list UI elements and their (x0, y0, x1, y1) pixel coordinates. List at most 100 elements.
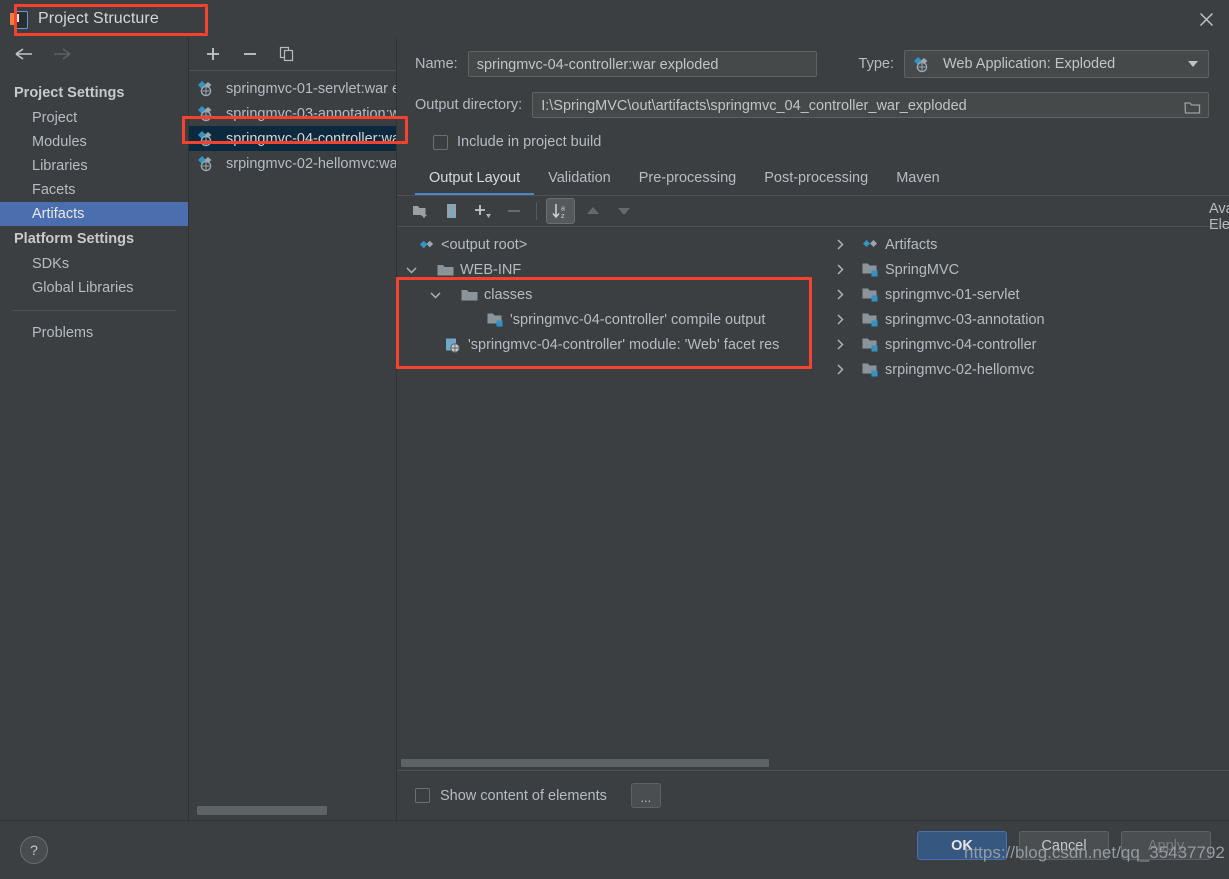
sidebar-item-libraries[interactable]: Libraries (0, 154, 188, 178)
name-input[interactable]: springmvc-04-controller:war exploded (467, 51, 817, 77)
type-select[interactable]: Web Application: Exploded (904, 50, 1209, 78)
dialog-body: Project Settings Project Modules Librari… (0, 38, 1229, 820)
include-in-build-row[interactable]: Include in project build (415, 132, 1209, 150)
chevron-down-icon (1187, 56, 1199, 72)
remove-icon[interactable] (500, 199, 527, 223)
sort-alphabetically-icon[interactable]: a z (546, 198, 575, 224)
artifact-list-item-selected[interactable]: springmvc-04-controller:war exploded (189, 126, 396, 151)
chevron-right-icon[interactable] (832, 339, 848, 350)
tree-row[interactable]: srpingmvc-02-hellomvc (814, 357, 1229, 382)
layout-trees: <output root> WEB-INF classes 'springmvc… (397, 227, 1229, 770)
tree-row[interactable]: springmvc-04-controller (814, 332, 1229, 357)
module-icon (862, 337, 879, 352)
folder-icon (461, 288, 478, 302)
editor-tabs: Output Layout Validation Pre-processing … (397, 164, 1229, 196)
sidebar-item-facets[interactable]: Facets (0, 178, 188, 202)
artifact-form: Name: springmvc-04-controller:war explod… (397, 38, 1229, 150)
chevron-right-icon[interactable] (832, 239, 848, 250)
output-directory-label: Output directory: (415, 97, 523, 113)
tree-row-label: springmvc-04-controller (885, 336, 1037, 353)
minus-icon[interactable] (240, 44, 260, 64)
tab-maven[interactable]: Maven (882, 164, 954, 195)
name-row: Name: springmvc-04-controller:war explod… (415, 50, 1209, 78)
copy-icon[interactable] (277, 44, 297, 64)
include-in-build-checkbox[interactable] (433, 134, 448, 150)
sidebar-item-problems[interactable]: Problems (0, 321, 188, 345)
sidebar-divider (12, 310, 176, 311)
arrow-left-icon[interactable] (14, 44, 34, 64)
apply-button[interactable]: Apply (1121, 831, 1211, 860)
arrow-right-icon[interactable] (52, 44, 72, 64)
help-button[interactable]: ? (20, 836, 48, 864)
module-icon (862, 362, 879, 377)
scrollbar-thumb[interactable] (197, 806, 327, 815)
artifact-icon (197, 130, 214, 147)
folder-open-icon[interactable] (1184, 98, 1201, 117)
sidebar-nav-toolbar (0, 38, 188, 70)
chevron-down-icon[interactable] (403, 266, 419, 274)
svg-text:z: z (561, 213, 565, 220)
tree-row[interactable]: 'springmvc-04-controller' compile output (397, 307, 814, 332)
output-directory-input[interactable]: I:\SpringMVC\out\artifacts\springmvc_04_… (532, 92, 1209, 118)
tree-row-label: Artifacts (885, 236, 938, 253)
output-tree-hscrollbar[interactable] (397, 756, 814, 770)
artifact-list-item[interactable]: springmvc-03-annotation:war exploded (189, 101, 396, 126)
tree-row[interactable]: <output root> (397, 232, 814, 257)
tree-row[interactable]: SpringMVC (814, 257, 1229, 282)
scrollbar-thumb[interactable] (401, 759, 769, 767)
more-options-button[interactable]: ... (630, 783, 661, 808)
sidebar-item-project[interactable]: Project (0, 106, 188, 130)
artifact-list-toolbar (189, 38, 396, 71)
chevron-right-icon[interactable] (832, 314, 848, 325)
close-icon[interactable] (1183, 0, 1229, 38)
add-dropdown-icon[interactable] (469, 199, 496, 223)
show-content-row: Show content of elements ... (397, 770, 1229, 820)
tree-row[interactable]: springmvc-01-servlet (814, 282, 1229, 307)
new-archive-icon[interactable] (438, 199, 465, 223)
plus-icon[interactable] (203, 44, 223, 64)
tab-output-layout[interactable]: Output Layout (415, 164, 535, 195)
artifact-list-hscrollbar[interactable] (189, 806, 396, 818)
sidebar-item-global-libraries[interactable]: Global Libraries (0, 276, 188, 300)
settings-sidebar: Project Settings Project Modules Librari… (0, 38, 189, 820)
sidebar-item-sdks[interactable]: SDKs (0, 252, 188, 276)
artifact-list-panel: springmvc-01-servlet:war exploded spring… (189, 38, 397, 820)
tree-row[interactable]: springmvc-03-annotation (814, 307, 1229, 332)
sidebar-list: Project Settings Project Modules Librari… (0, 70, 188, 345)
chevron-down-icon[interactable] (427, 291, 443, 299)
artifact-list-item-label: springmvc-01-servlet:war exploded (226, 80, 396, 97)
output-directory-value: I:\SpringMVC\out\artifacts\springmvc_04_… (541, 98, 967, 114)
artifact-icon (419, 237, 435, 253)
sidebar-item-artifacts[interactable]: Artifacts (0, 202, 188, 226)
type-row: Type: Web Application: Exploded (859, 50, 1209, 78)
tree-row[interactable]: classes (397, 282, 814, 307)
tree-row[interactable]: 'springmvc-04-controller' module: 'Web' … (397, 332, 814, 357)
ok-button[interactable]: OK (917, 831, 1007, 860)
artifact-list-item[interactable]: springmvc-01-servlet:war exploded (189, 76, 396, 101)
tree-row[interactable]: Artifacts (814, 232, 1229, 257)
sidebar-item-modules[interactable]: Modules (0, 130, 188, 154)
module-output-icon (487, 312, 504, 327)
tree-row-label: classes (484, 286, 533, 303)
tree-row-label: springmvc-01-servlet (885, 286, 1020, 303)
chevron-right-icon[interactable] (832, 364, 848, 375)
tab-validation[interactable]: Validation (534, 164, 625, 195)
new-folder-icon[interactable] (407, 199, 434, 223)
output-directory-row: Output directory: I:\SpringMVC\out\artif… (415, 92, 1209, 118)
tree-row[interactable]: WEB-INF (397, 257, 814, 282)
artifact-icon (197, 105, 214, 122)
intellij-idea-icon (10, 11, 28, 29)
cancel-button[interactable]: Cancel (1019, 831, 1109, 860)
tab-pre-processing[interactable]: Pre-processing (625, 164, 751, 195)
tab-post-processing[interactable]: Post-processing (750, 164, 882, 195)
show-content-checkbox[interactable] (415, 788, 430, 803)
chevron-right-icon[interactable] (832, 289, 848, 300)
chevron-right-icon[interactable] (832, 264, 848, 275)
tree-row-label: 'springmvc-04-controller' module: 'Web' … (468, 336, 780, 353)
move-up-icon[interactable] (579, 199, 606, 223)
artifact-list-item[interactable]: srpingmvc-02-hellomvc:war exploded (189, 151, 396, 176)
artifact-editor-panel: Name: springmvc-04-controller:war explod… (397, 38, 1229, 820)
move-down-icon[interactable] (610, 199, 637, 223)
show-content-label: Show content of elements (440, 787, 607, 804)
project-structure-dialog: Project Structure Project Settings Proje… (0, 0, 1229, 879)
